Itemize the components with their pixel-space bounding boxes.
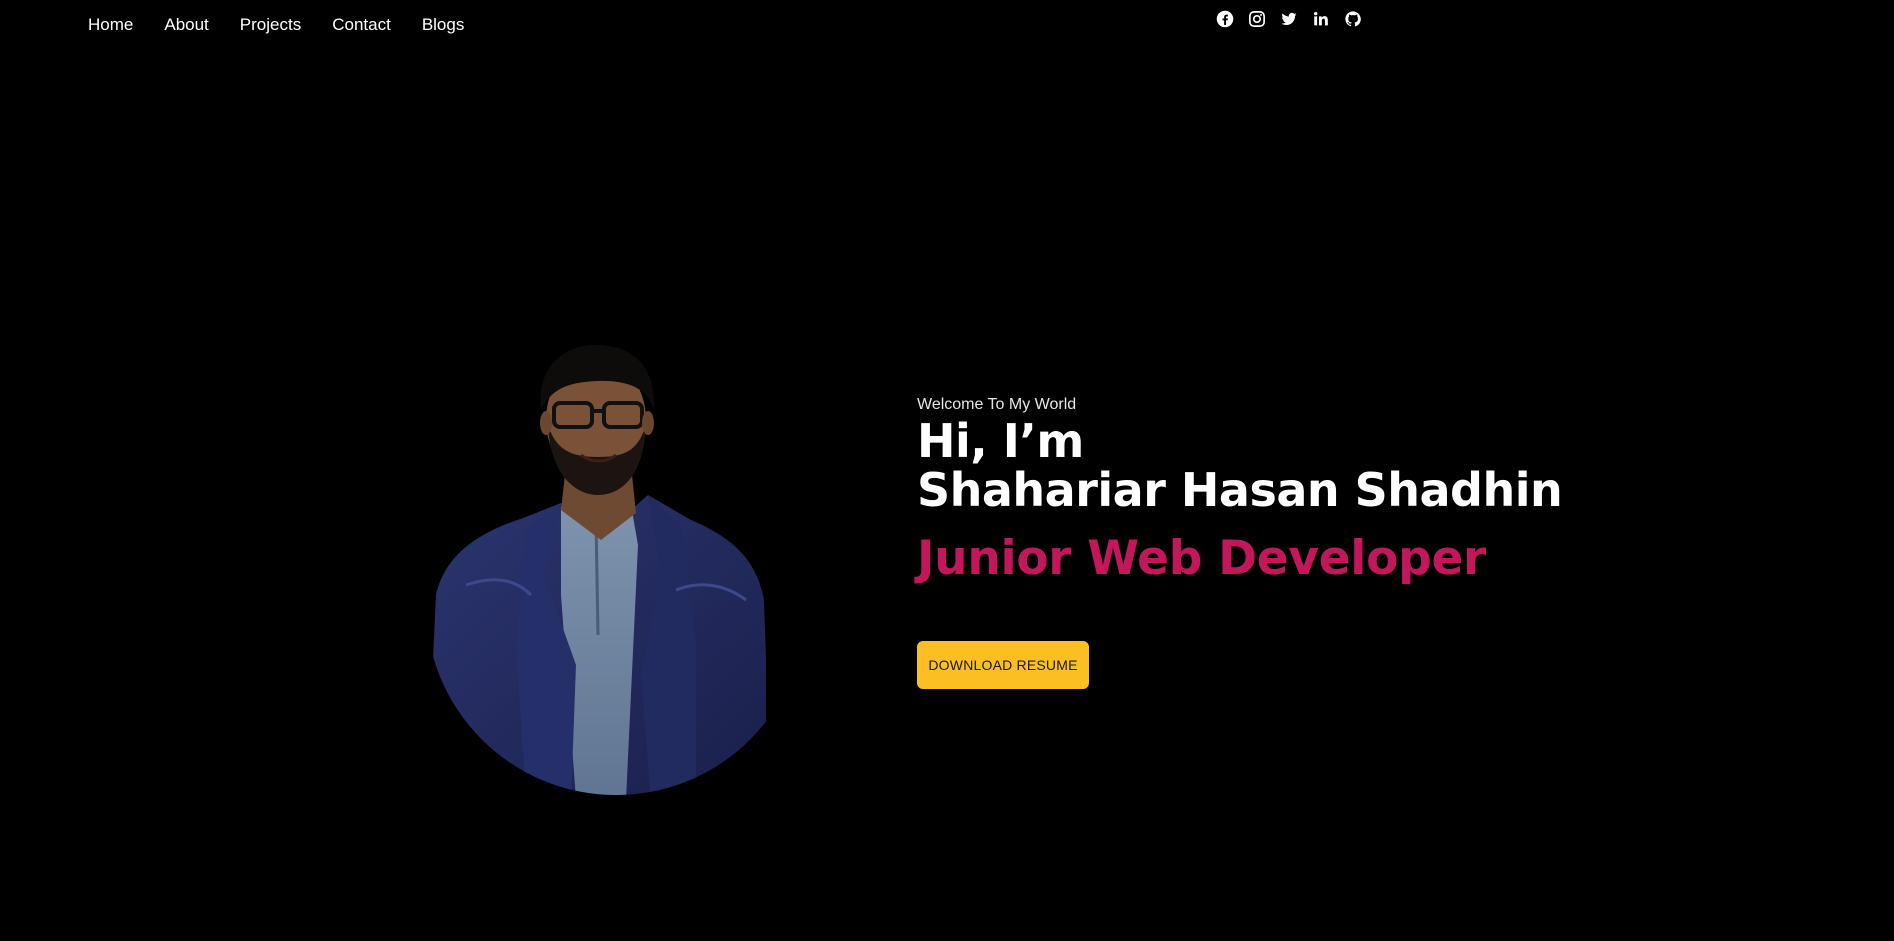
welcome-text: Welcome To My World — [917, 396, 1077, 413]
nav-link-blogs[interactable]: Blogs — [422, 14, 465, 36]
social-links — [1216, 10, 1362, 28]
nav-link-projects[interactable]: Projects — [240, 14, 301, 36]
facebook-icon[interactable] — [1216, 10, 1234, 28]
download-resume-button[interactable]: DOWNLOAD RESUME — [917, 641, 1089, 689]
top-navbar: Home About Projects Contact Blogs — [0, 0, 1894, 50]
profile-photo — [426, 345, 766, 795]
name-heading: Shahariar Hasan Shadhin — [917, 463, 1563, 517]
role-heading: Junior Web Developer — [917, 531, 1486, 586]
twitter-icon[interactable] — [1280, 10, 1298, 28]
portfolio-page: Home About Projects Contact Blogs Welcom… — [0, 0, 1894, 941]
nav-link-home[interactable]: Home — [88, 14, 133, 36]
github-icon[interactable] — [1344, 10, 1362, 28]
instagram-icon[interactable] — [1248, 10, 1266, 28]
hero-text: Welcome To My World Hi, I’m Shahariar Ha… — [917, 395, 1617, 587]
nav-link-contact[interactable]: Contact — [332, 14, 391, 36]
nav-links: Home About Projects Contact Blogs — [88, 14, 495, 36]
nav-link-about[interactable]: About — [164, 14, 208, 36]
linkedin-icon[interactable] — [1312, 10, 1330, 28]
greeting-heading: Hi, I’m — [917, 414, 1084, 468]
